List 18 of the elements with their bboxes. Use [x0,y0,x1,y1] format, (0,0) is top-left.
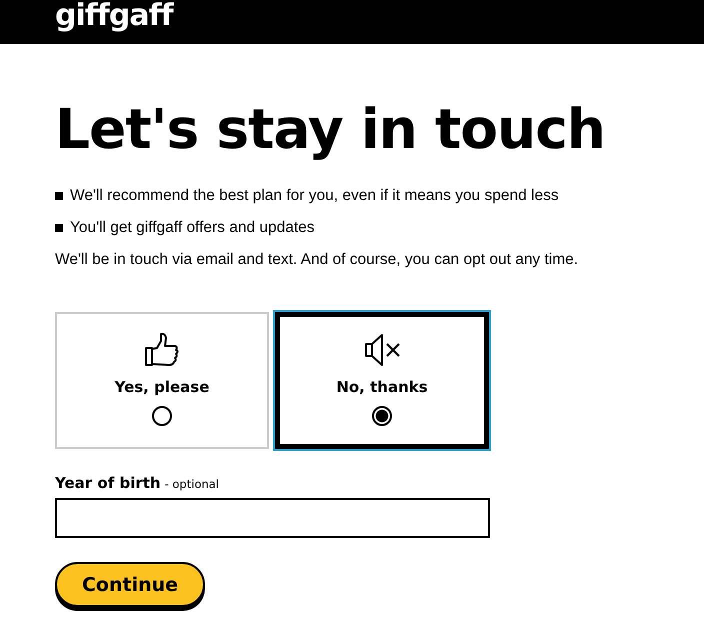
option-label: Yes, please [114,378,210,396]
field-label: Year of birth [55,474,161,492]
radio-button[interactable] [152,406,172,426]
page-heading: Let's stay in touch [55,96,606,162]
optional-hint: - optional [164,477,220,491]
option-label: No, thanks [336,378,428,396]
option-card[interactable]: No, thanks [275,312,489,449]
bullet-text: We'll recommend the best plan for you, even if it means you spend less [70,187,559,205]
input-field[interactable] [55,498,490,538]
info-text: We'll be in touch via email and text. And of course, you can opt out any time. [55,250,580,270]
radio-button[interactable] [372,406,392,426]
option-card[interactable]: Yes, please [55,312,269,449]
bullet-icon [55,192,63,200]
logo[interactable]: giffgaff [55,0,173,32]
muted-speaker-icon [363,332,401,368]
bullet-text: You'll get giffgaff offers and updates [70,219,315,237]
bullet-icon [55,224,63,232]
thumbs-up-icon [143,332,181,368]
